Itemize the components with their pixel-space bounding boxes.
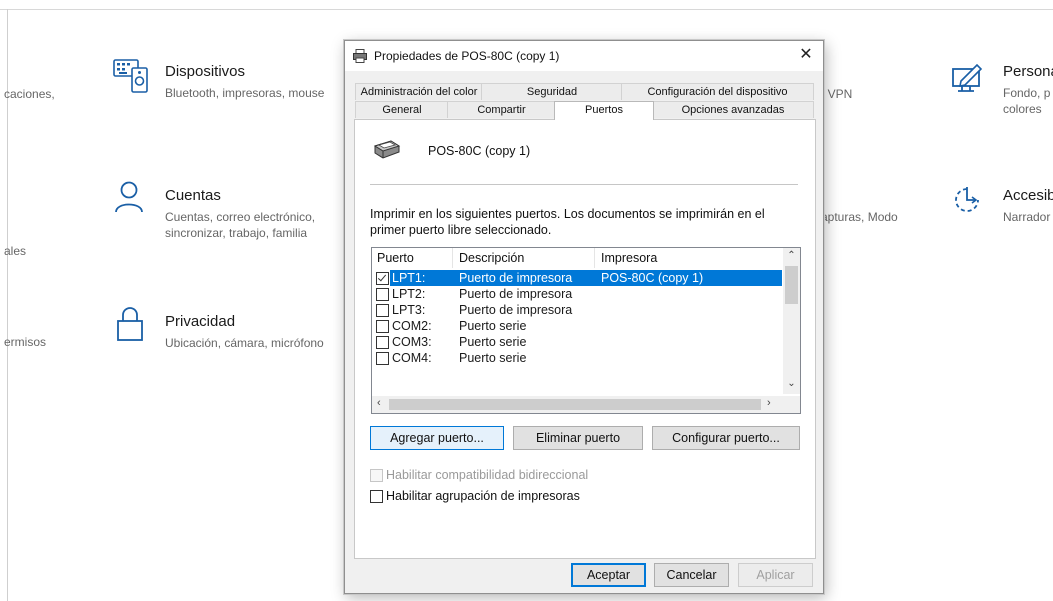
port-row[interactable]: COM2: Puerto serie <box>372 318 782 334</box>
ok-button[interactable]: Aceptar <box>571 563 646 587</box>
port-checkbox[interactable] <box>376 320 389 333</box>
cancel-button[interactable]: Cancelar <box>654 563 729 587</box>
column-port[interactable]: Puerto <box>377 251 414 265</box>
separator <box>370 184 798 185</box>
cut-text-3: ermisos <box>4 335 47 349</box>
pen-tablet-icon <box>952 64 983 92</box>
column-divider[interactable] <box>594 248 595 268</box>
port-row[interactable]: LPT1: Puerto de impresora POS-80C (copy 1) <box>372 270 782 286</box>
add-port-button[interactable]: Agregar puerto... <box>370 426 504 450</box>
printer-large-icon <box>373 140 401 159</box>
horizontal-scroll-thumb[interactable] <box>389 399 761 410</box>
personalization-subtitle-1: Fondo, p <box>1003 86 1051 100</box>
mid-cut-text-1: , VPN <box>821 87 853 101</box>
selection-highlight <box>390 270 782 286</box>
port-name: COM3: <box>392 335 432 349</box>
bidirectional-checkbox-box[interactable] <box>370 469 383 482</box>
apply-button[interactable]: Aplicar <box>738 563 813 587</box>
port-name: LPT1: <box>392 271 426 285</box>
port-row[interactable]: LPT2: Puerto de impresora <box>372 286 782 302</box>
lock-icon <box>117 307 143 341</box>
personalization-title: Persona <box>1003 63 1053 80</box>
printer-name: POS-80C (copy 1) <box>428 144 531 158</box>
port-row[interactable]: LPT3: Puerto de impresora <box>372 302 782 318</box>
printer-properties-dialog: Propiedades de POS-80C (copy 1) ✕ Admini… <box>344 40 824 594</box>
port-checkbox[interactable] <box>376 304 389 317</box>
privacy-title: Privacidad <box>165 313 236 330</box>
close-button[interactable]: ✕ <box>789 41 823 71</box>
printer-icon <box>353 49 367 63</box>
scroll-right-icon[interactable]: › <box>767 397 771 409</box>
port-description: Puerto serie <box>459 351 527 365</box>
port-printer: POS-80C (copy 1) <box>601 271 704 285</box>
list-header: Puerto Descripción Impresora <box>372 248 782 268</box>
port-row[interactable]: COM3: Puerto serie <box>372 334 782 350</box>
bidirectional-label: Habilitar compatibilidad bidireccional <box>386 468 589 482</box>
port-description: Puerto de impresora <box>459 271 573 285</box>
ports-description: Imprimir en los siguientes puertos. Los … <box>370 207 765 237</box>
tab-general[interactable]: General <box>355 101 449 118</box>
devices-title: Dispositivos <box>165 63 246 80</box>
column-printer[interactable]: Impresora <box>601 251 657 265</box>
person-icon <box>115 181 143 213</box>
port-description: Puerto de impresora <box>459 287 573 301</box>
horizontal-scrollbar[interactable]: ‹ › <box>372 396 800 413</box>
scroll-up-icon[interactable]: ⌃ <box>783 250 800 261</box>
accessibility-title: Accesib <box>1003 187 1053 204</box>
title-bar[interactable]: Propiedades de POS-80C (copy 1) ✕ <box>345 41 823 71</box>
scroll-down-icon[interactable]: ⌄ <box>783 378 800 389</box>
personalization-subtitle-2: colores <box>1003 102 1042 116</box>
printer-pooling-label: Habilitar agrupación de impresoras <box>386 489 580 503</box>
port-row[interactable]: COM4: Puerto serie <box>372 350 782 366</box>
port-checkbox[interactable] <box>376 272 389 285</box>
port-checkbox[interactable] <box>376 288 389 301</box>
column-divider[interactable] <box>452 248 453 268</box>
column-description[interactable]: Descripción <box>459 251 524 265</box>
privacy-subtitle: Ubicación, cámara, micrófono <box>165 336 324 350</box>
top-divider <box>0 9 1053 10</box>
devices-subtitle: Bluetooth, impresoras, mouse <box>165 86 325 100</box>
tab-advanced-options[interactable]: Opciones avanzadas <box>652 101 814 118</box>
accounts-title: Cuentas <box>165 187 221 204</box>
accounts-subtitle-2: sincronizar, trabajo, familia <box>165 226 308 240</box>
port-checkbox[interactable] <box>376 352 389 365</box>
port-name: LPT3: <box>392 303 426 317</box>
vertical-scroll-thumb[interactable] <box>785 266 798 304</box>
accessibility-subtitle: Narrador <box>1003 210 1051 224</box>
port-name: COM4: <box>392 351 432 365</box>
tab-security[interactable]: Seguridad <box>481 83 623 100</box>
cut-text-1: caciones, <box>4 87 55 101</box>
delete-port-button[interactable]: Eliminar puerto <box>513 426 643 450</box>
vertical-scrollbar[interactable]: ⌃ ⌄ <box>783 248 800 394</box>
ports-list[interactable]: Puerto Descripción Impresora LPT1: Puerto… <box>371 247 801 414</box>
accounts-subtitle-1: Cuentas, correo electrónico, <box>165 210 316 224</box>
port-name: LPT2: <box>392 287 426 301</box>
tab-ports[interactable]: Puertos <box>554 101 654 120</box>
scroll-left-icon[interactable]: ‹ <box>377 397 381 409</box>
port-name: COM2: <box>392 319 432 333</box>
port-checkbox[interactable] <box>376 336 389 349</box>
dialog-title: Propiedades de POS-80C (copy 1) <box>374 49 560 63</box>
port-description: Puerto serie <box>459 319 527 333</box>
port-description: Puerto de impresora <box>459 303 573 317</box>
cut-text-2: ales <box>4 244 27 258</box>
tab-color-management[interactable]: Administración del color <box>355 83 483 100</box>
configure-port-button[interactable]: Configurar puerto... <box>652 426 800 450</box>
printer-pooling-checkbox-box[interactable] <box>370 490 383 503</box>
ports-panel: POS-80C (copy 1) Imprimir en los siguien… <box>354 119 816 559</box>
port-description: Puerto serie <box>459 335 527 349</box>
timer-icon <box>955 187 979 212</box>
mid-cut-text-2: apturas, Modo <box>821 210 898 224</box>
tab-sharing[interactable]: Compartir <box>447 101 556 118</box>
keyboard-speaker-icon <box>113 59 148 93</box>
tab-device-settings[interactable]: Configuración del dispositivo <box>621 83 814 100</box>
